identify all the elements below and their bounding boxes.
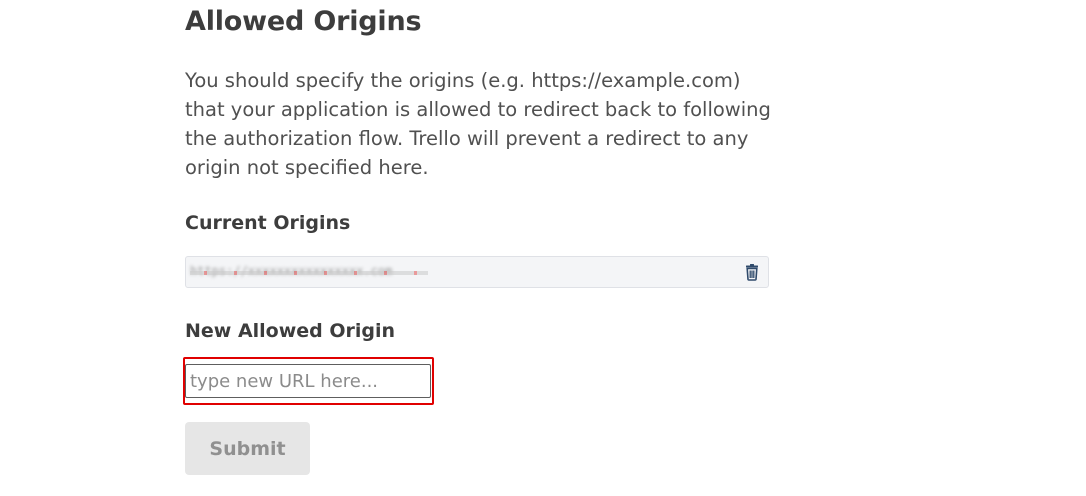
description-line: You should specify the origins (e.g. htt… — [185, 69, 741, 92]
description-line: the authorization flow. Trello will prev… — [185, 127, 749, 150]
origin-list-item: https://xxxxxxxxxxxxxxxx.com — [185, 256, 769, 288]
new-origin-url-input[interactable] — [185, 364, 431, 398]
trash-icon-graphic — [746, 264, 758, 281]
description: You should specify the origins (e.g. htt… — [185, 66, 785, 182]
current-origins-heading: Current Origins — [185, 212, 351, 234]
submit-button[interactable]: Submit — [185, 422, 310, 475]
page-title: Allowed Origins — [185, 6, 422, 37]
description-line: that your application is allowed to redi… — [185, 98, 771, 121]
trash-icon[interactable] — [743, 263, 761, 281]
redaction-mark — [190, 271, 428, 275]
description-line: origin not specified here. — [185, 156, 429, 179]
new-origin-heading: New Allowed Origin — [185, 320, 396, 342]
